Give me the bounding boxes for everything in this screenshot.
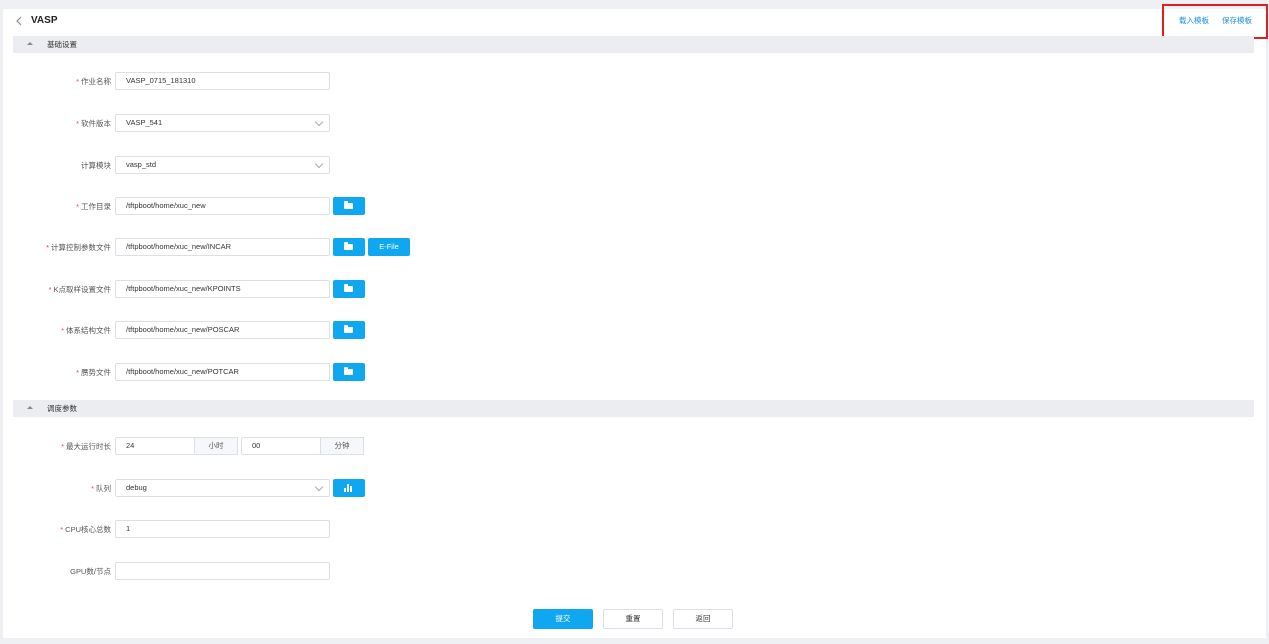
- template-actions-highlight: 载入模板 保存模板: [1162, 4, 1268, 39]
- save-template-link[interactable]: 保存模板: [1222, 15, 1252, 26]
- queue-select[interactable]: debug: [115, 479, 330, 497]
- kpoints-browse-button[interactable]: [333, 280, 365, 298]
- row-poscar: * 体系结构文件 /tftpboot/home/xuc_new/POSCAR: [3, 321, 1266, 339]
- load-template-link[interactable]: 载入模板: [1179, 15, 1209, 26]
- job-name-input[interactable]: VASP_0715_181310: [115, 72, 330, 90]
- efile-button[interactable]: E-File: [368, 238, 410, 256]
- poscar-label: * 体系结构文件: [61, 326, 111, 335]
- compute-module-label: 计算模块: [81, 161, 111, 170]
- row-cpu-cores: * CPU核心总数 1: [3, 520, 1266, 538]
- compute-module-select[interactable]: vasp_std: [115, 156, 330, 174]
- queue-value: debug: [126, 483, 147, 492]
- row-job-name: * 作业名称 VASP_0715_181310: [3, 72, 1266, 90]
- incar-browse-button[interactable]: [333, 238, 365, 256]
- folder-icon: [344, 284, 353, 292]
- potcar-input[interactable]: /tftpboot/home/xuc_new/POTCAR: [115, 363, 330, 381]
- folder-icon: [344, 242, 353, 250]
- compute-module-value: vasp_std: [126, 160, 157, 169]
- work-dir-input[interactable]: /tftpboot/home/xuc_new: [115, 197, 330, 215]
- top-bar: VASP 载入模板 保存模板: [3, 4, 1268, 39]
- software-version-label: * 软件版本: [76, 119, 111, 128]
- section-basic-header[interactable]: 基础设置: [13, 36, 1254, 53]
- row-max-runtime: * 最大运行时长 24 小时 00 分钟: [3, 437, 1266, 455]
- potcar-label: * 赝势文件: [76, 368, 111, 377]
- poscar-browse-button[interactable]: [333, 321, 365, 339]
- gpu-per-node-input[interactable]: [115, 562, 330, 580]
- folder-icon: [344, 367, 353, 375]
- submit-button[interactable]: 提交: [533, 609, 593, 629]
- section-basic-title: 基础设置: [47, 40, 77, 49]
- gpu-per-node-label: GPU数/节点: [70, 567, 111, 576]
- incar-label: * 计算控制参数文件: [46, 243, 111, 252]
- minutes-unit: 分钟: [320, 437, 364, 455]
- incar-input[interactable]: /tftpboot/home/xuc_new/INCAR: [115, 238, 330, 256]
- page-title: VASP: [31, 15, 58, 26]
- potcar-browse-button[interactable]: [333, 363, 365, 381]
- folder-icon: [344, 201, 353, 209]
- max-runtime-minutes-input[interactable]: 00: [241, 437, 321, 455]
- cpu-cores-label: * CPU核心总数: [60, 525, 111, 534]
- job-name-label: * 作业名称: [76, 77, 111, 86]
- row-compute-module: 计算模块 vasp_std: [3, 156, 1266, 174]
- back-chevron-icon[interactable]: [13, 14, 25, 28]
- back-button[interactable]: 返回: [673, 609, 733, 629]
- bar-chart-icon: [344, 484, 353, 492]
- software-version-value: VASP_541: [126, 118, 163, 127]
- reset-button[interactable]: 重置: [603, 609, 663, 629]
- row-incar: * 计算控制参数文件 /tftpboot/home/xuc_new/INCAR E…: [3, 238, 1266, 256]
- collapse-caret-icon[interactable]: [27, 406, 33, 409]
- row-kpoints: * K点取样设置文件 /tftpboot/home/xuc_new/KPOINTS: [3, 280, 1266, 298]
- section-schedule-title: 调度参数: [47, 404, 77, 413]
- max-runtime-hours-input[interactable]: 24: [115, 437, 195, 455]
- row-queue: * 队列 debug: [3, 479, 1266, 497]
- queue-stats-button[interactable]: [333, 479, 365, 497]
- chevron-down-icon: [314, 117, 324, 127]
- poscar-input[interactable]: /tftpboot/home/xuc_new/POSCAR: [115, 321, 330, 339]
- work-dir-browse-button[interactable]: [333, 197, 365, 215]
- row-potcar: * 赝势文件 /tftpboot/home/xuc_new/POTCAR: [3, 363, 1266, 381]
- collapse-caret-icon[interactable]: [27, 42, 33, 45]
- section-schedule-header[interactable]: 调度参数: [13, 400, 1254, 417]
- software-version-select[interactable]: VASP_541: [115, 114, 330, 132]
- folder-icon: [344, 325, 353, 333]
- main-card: VASP 载入模板 保存模板 基础设置 * 作业名称 VASP_0715_1813…: [3, 4, 1268, 638]
- chevron-down-icon: [314, 159, 324, 169]
- queue-label: * 队列: [91, 484, 111, 493]
- kpoints-label: * K点取样设置文件: [48, 285, 111, 294]
- row-gpu-per-node: GPU数/节点: [3, 562, 1266, 580]
- row-work-dir: * 工作目录 /tftpboot/home/xuc_new: [3, 197, 1266, 215]
- kpoints-input[interactable]: /tftpboot/home/xuc_new/KPOINTS: [115, 280, 330, 298]
- max-runtime-label: * 最大运行时长: [61, 442, 111, 451]
- hours-unit: 小时: [194, 437, 238, 455]
- work-dir-label: * 工作目录: [76, 202, 111, 211]
- chevron-down-icon: [314, 482, 324, 492]
- cpu-cores-input[interactable]: 1: [115, 520, 330, 538]
- row-software-version: * 软件版本 VASP_541: [3, 114, 1266, 132]
